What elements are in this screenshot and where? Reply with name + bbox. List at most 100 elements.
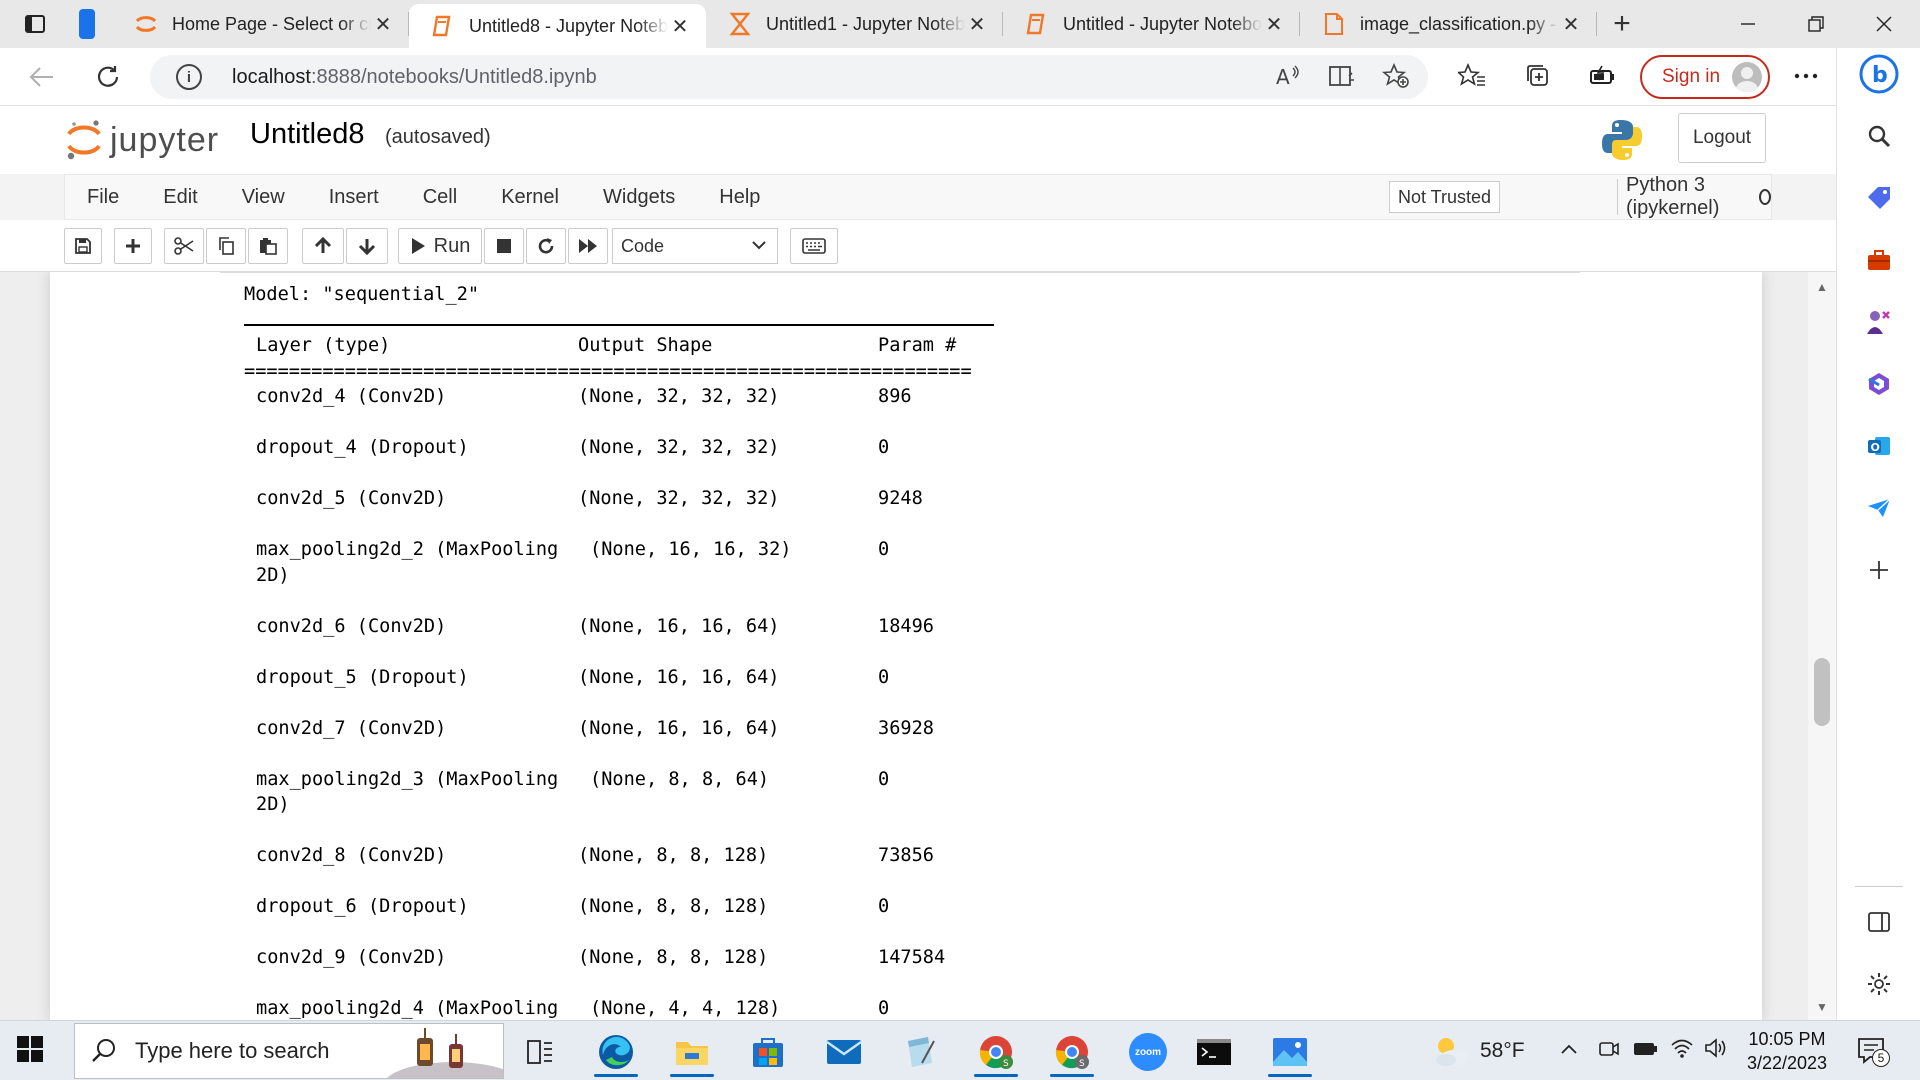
close-icon[interactable]: ✕ (1262, 12, 1286, 37)
logout-button[interactable]: Logout (1678, 113, 1766, 163)
zoom-icon[interactable]: zoom (1120, 1027, 1176, 1077)
insert-cell-button[interactable] (114, 228, 152, 264)
vertical-tabs-icon[interactable] (70, 0, 104, 48)
notepad-pen-icon[interactable] (892, 1027, 948, 1077)
notification-center-icon[interactable]: 5 (1856, 1035, 1890, 1069)
minimize-icon[interactable] (1714, 0, 1782, 48)
windows-start-icon[interactable] (16, 1035, 50, 1069)
sign-in-label: Sign in (1662, 66, 1721, 87)
jupyter-wordmark: jupyter (110, 120, 220, 159)
back-arrow-icon[interactable] (22, 57, 62, 97)
menu-edit[interactable]: Edit (141, 174, 219, 220)
menu-kernel[interactable]: Kernel (479, 174, 581, 220)
close-icon[interactable]: ✕ (1559, 12, 1583, 37)
file-explorer-icon[interactable] (664, 1027, 720, 1077)
menu-help[interactable]: Help (697, 174, 782, 220)
microsoft-store-icon[interactable] (740, 1027, 796, 1077)
scrollbar-thumb[interactable] (1814, 658, 1830, 726)
search-icon[interactable] (1859, 116, 1899, 156)
copy-button[interactable] (206, 228, 246, 264)
kernel-indicator[interactable]: Python 3 (ipykernel) (1617, 174, 1771, 219)
outlook-icon[interactable]: O (1859, 426, 1899, 466)
add-favorite-icon[interactable] (1378, 58, 1414, 94)
more-options-icon[interactable] (1788, 58, 1824, 94)
photos-icon[interactable] (1262, 1027, 1318, 1077)
taskbar-clock[interactable]: 10:05 PM 3/22/2023 (1732, 1027, 1842, 1075)
terminal-icon[interactable] (1186, 1027, 1242, 1077)
cell-type-select[interactable]: Code (612, 228, 778, 264)
tab-untitled8[interactable]: Untitled8 - Jupyter Notebook ✕ (409, 4, 706, 48)
send-telegram-icon[interactable] (1859, 488, 1899, 528)
layer-shape: (None, 32, 32, 32) (578, 437, 780, 458)
scroll-down-icon[interactable]: ▼ (1816, 1000, 1828, 1014)
add-sidebar-app-icon[interactable] (1859, 550, 1899, 590)
taskbar-search-box[interactable]: Type here to search (74, 1023, 504, 1079)
tab-untitled[interactable]: Untitled - Jupyter Notebook ✕ (1003, 0, 1300, 48)
menu-widgets[interactable]: Widgets (581, 174, 697, 220)
weather-widget[interactable]: 58°F (1430, 1031, 1525, 1071)
shopping-tag-icon[interactable] (1859, 178, 1899, 218)
chrome-profile-2-icon[interactable]: S (1044, 1027, 1100, 1077)
edge-taskbar-icon[interactable] (588, 1027, 644, 1077)
sidebar-settings-icon[interactable] (1859, 964, 1899, 1004)
chrome-profile-1-icon[interactable]: S (968, 1027, 1024, 1077)
menu-view[interactable]: View (220, 174, 307, 220)
tools-briefcase-icon[interactable] (1859, 240, 1899, 280)
save-button[interactable] (64, 228, 102, 264)
sign-in-button[interactable]: Sign in (1640, 55, 1770, 99)
microsoft-365-icon[interactable] (1859, 364, 1899, 404)
bing-copilot-icon[interactable]: b (1859, 54, 1899, 94)
notebook-name[interactable]: Untitled8 (250, 118, 364, 151)
restart-run-all-button[interactable] (568, 228, 608, 264)
jupyter-header: jupyter Untitled8 (autosaved) Logout (0, 106, 1836, 174)
immersive-reader-icon[interactable] (1324, 58, 1360, 94)
paste-button[interactable] (248, 228, 288, 264)
games-icon[interactable] (1859, 302, 1899, 342)
menu-insert[interactable]: Insert (307, 174, 401, 220)
move-up-button[interactable] (302, 228, 344, 264)
scroll-up-icon[interactable]: ▲ (1816, 280, 1828, 294)
arrow-down-icon (358, 239, 376, 255)
volume-icon[interactable] (1704, 1037, 1730, 1065)
wifi-icon[interactable] (1670, 1037, 1694, 1065)
menu-cell[interactable]: Cell (401, 174, 479, 220)
run-button[interactable]: Run (398, 228, 482, 264)
cut-button[interactable] (164, 228, 204, 264)
new-tab-button[interactable]: + (1597, 0, 1647, 48)
not-trusted-button[interactable]: Not Trusted (1389, 181, 1501, 213)
close-icon[interactable]: ✕ (371, 12, 395, 37)
collections-icon[interactable] (1520, 58, 1556, 94)
tab-image-classification[interactable]: image_classification.py - Jupyter ✕ (1300, 0, 1597, 48)
mail-icon[interactable] (816, 1027, 872, 1077)
search-icon (91, 1038, 117, 1064)
command-palette-button[interactable] (790, 228, 838, 264)
refresh-icon[interactable] (88, 57, 128, 97)
layer-params: 9248 (878, 488, 923, 509)
layer-params: 0 (878, 437, 890, 458)
restore-icon[interactable] (1782, 0, 1850, 48)
window-close-icon[interactable] (1850, 0, 1918, 48)
task-view-icon[interactable] (512, 1027, 568, 1077)
url-field[interactable]: i localhost:8888/notebooks/Untitled8.ipy… (150, 55, 1428, 99)
interrupt-button[interactable] (484, 228, 524, 264)
site-info-icon[interactable]: i (176, 64, 202, 90)
move-down-button[interactable] (346, 228, 388, 264)
close-icon[interactable]: ✕ (965, 12, 989, 37)
favorites-icon[interactable] (1454, 58, 1490, 94)
page-scrollbar[interactable]: ▲ ▼ (1808, 272, 1836, 1020)
menu-file[interactable]: File (65, 174, 141, 220)
tab-actions-icon[interactable] (24, 13, 46, 35)
restart-button[interactable] (526, 228, 566, 264)
partly-cloudy-icon (1436, 1038, 1468, 1066)
battery-icon[interactable] (1632, 1037, 1658, 1065)
meet-now-icon[interactable] (1598, 1037, 1620, 1065)
scissors-icon (174, 237, 194, 255)
performance-icon[interactable] (1584, 58, 1620, 94)
tab-untitled1[interactable]: Untitled1 - Jupyter Notebook ✕ (706, 0, 1003, 48)
tab-home-page[interactable]: Home Page - Select or create a notebook … (112, 0, 409, 48)
read-aloud-icon[interactable]: A (1270, 58, 1306, 94)
chevron-up-icon[interactable] (1560, 1039, 1578, 1061)
jupyter-logo[interactable]: jupyter (66, 116, 219, 164)
close-icon[interactable]: ✕ (668, 14, 692, 39)
hide-sidebar-icon[interactable] (1859, 902, 1899, 942)
